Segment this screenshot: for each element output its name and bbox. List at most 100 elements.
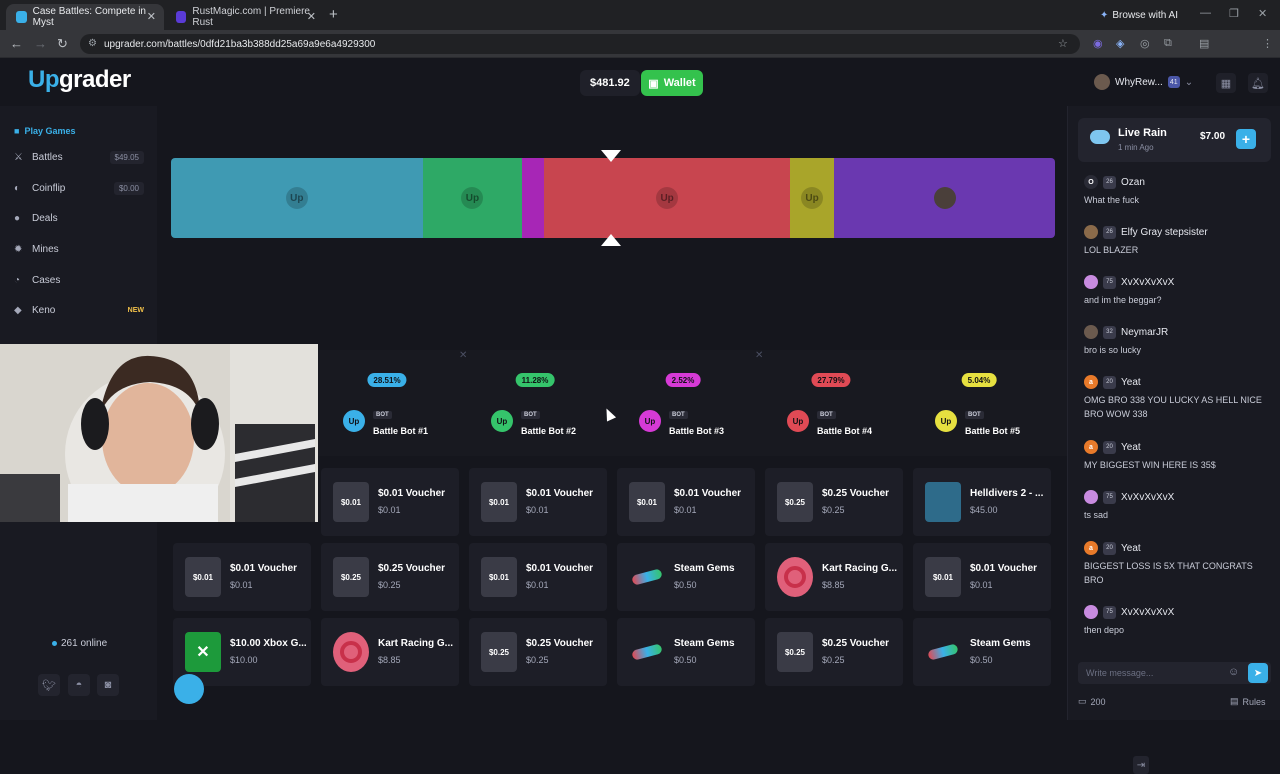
chat-user-avatar[interactable] <box>1084 490 1098 504</box>
sidebar-item-label: Coinflip <box>32 182 66 194</box>
extension-icon[interactable]: ◈ <box>1116 37 1124 50</box>
emoji-icon[interactable]: ☺ <box>1228 666 1239 678</box>
chat-message-input[interactable]: Write message... <box>1078 662 1271 684</box>
chat-user-avatar[interactable]: O <box>1084 175 1098 189</box>
chat-username[interactable]: XvXvXvXvX <box>1121 492 1174 503</box>
tab-title: Case Battles: Compete in Myst <box>32 6 146 28</box>
chat-username[interactable]: XvXvXvXvX <box>1121 607 1174 618</box>
battle-item-card[interactable]: Steam Gems $0.50 <box>617 618 755 686</box>
sidebar-item-battles[interactable]: ⚔ Battles $49.05 <box>14 147 144 167</box>
chevron-down-icon: ⌄ <box>1184 76 1194 88</box>
rustmagic-favicon-icon <box>176 11 187 23</box>
close-tab-icon[interactable]: ✕ <box>307 10 316 23</box>
instagram-icon[interactable]: ◙ <box>97 674 119 696</box>
sidebar-item-cases[interactable]: ◔ Cases <box>14 270 144 290</box>
swords-icon: ⚔ <box>14 151 23 163</box>
send-message-button[interactable]: ➤ <box>1248 663 1268 683</box>
battle-item-card[interactable]: Kart Racing G... $8.85 <box>321 618 459 686</box>
browser-menu-icon[interactable]: ⋮ <box>1262 37 1273 50</box>
maximize-icon[interactable]: ❐ <box>1229 7 1239 20</box>
battle-item-card[interactable]: $0.01 $0.01 Voucher $0.01 <box>321 468 459 536</box>
username: WhyRew... <box>1115 76 1163 88</box>
voucher-icon: $0.25 <box>481 632 517 672</box>
chat-user-avatar[interactable]: a <box>1084 440 1098 454</box>
chat-user-avatar[interactable] <box>1084 225 1098 239</box>
close-window-icon[interactable]: ✕ <box>1258 7 1267 20</box>
site-info-icon[interactable]: ⚙ <box>88 38 97 49</box>
forward-icon[interactable]: → <box>34 36 47 51</box>
url-field[interactable]: ⚙ upgrader.com/battles/0dfd21ba3b388dd25… <box>80 34 1080 54</box>
item-price: $0.50 <box>674 655 697 665</box>
sidebar-item-keno[interactable]: ◆ Keno NEW <box>14 300 144 320</box>
balance-display[interactable]: $481.92 <box>580 70 640 96</box>
battle-item-card[interactable]: $0.01 $0.01 Voucher $0.01 <box>469 468 607 536</box>
chat-user-avatar[interactable] <box>1084 275 1098 289</box>
support-chat-button[interactable] <box>174 674 204 704</box>
browser-tab[interactable]: RustMagic.com | Premiere Rust ✕ <box>166 4 324 30</box>
win-chance-badge: 28.51% <box>367 373 407 387</box>
extension-icon[interactable]: ◉ <box>1093 37 1103 50</box>
spinner-segment: Up <box>544 158 790 238</box>
back-icon[interactable]: ← <box>10 36 23 51</box>
browser-tab-active[interactable]: Case Battles: Compete in Myst ✕ <box>6 4 164 30</box>
chat-username[interactable]: Elfy Gray stepsister <box>1121 227 1208 238</box>
side-panel-icon[interactable]: ▤ <box>1199 37 1209 50</box>
chat-username[interactable]: Yeat <box>1121 543 1141 554</box>
bookmark-star-icon[interactable]: ☆ <box>1058 37 1068 50</box>
battle-item-card[interactable]: $0.01 $0.01 Voucher $0.01 <box>469 543 607 611</box>
sidebar-item-coinflip[interactable]: ◐ Coinflip $0.00 <box>14 178 144 198</box>
battle-item-card[interactable]: $0.25 $0.25 Voucher $0.25 <box>321 543 459 611</box>
rewards-icon[interactable]: ▦ <box>1216 73 1236 93</box>
chat-username[interactable]: Ozan <box>1121 177 1145 188</box>
chat-message-text: ts sad <box>1084 510 1109 520</box>
battle-item-card[interactable]: Helldivers 2 - ... $45.00 <box>913 468 1051 536</box>
bot-avatar-icon: Up <box>343 410 365 432</box>
online-count: 261 online <box>52 638 107 649</box>
battle-item-card[interactable]: $0.01 $0.01 Voucher $0.01 <box>617 468 755 536</box>
win-chance-badge: 5.04% <box>961 373 997 387</box>
battle-item-card[interactable]: $0.01 $0.01 Voucher $0.01 <box>173 543 311 611</box>
twitter-icon[interactable]: 🐦︎ <box>38 674 60 696</box>
battle-item-card[interactable]: $0.25 $0.25 Voucher $0.25 <box>469 618 607 686</box>
collapse-chat-icon[interactable]: ⇥ <box>1133 756 1149 774</box>
chat-message-header: 32 NeymarJR <box>1084 324 1274 340</box>
battle-item-card[interactable]: $0.01 $0.01 Voucher $0.01 <box>913 543 1051 611</box>
chat-user-avatar[interactable]: a <box>1084 375 1098 389</box>
player-name: Battle Bot #1 <box>373 426 429 436</box>
item-name: Steam Gems <box>674 638 735 649</box>
discord-icon[interactable]: ◓ <box>68 674 90 696</box>
sidebar-item-mines[interactable]: ✹ Mines <box>14 239 144 259</box>
browse-with-ai-button[interactable]: ✦ Browse with AI <box>1092 6 1186 24</box>
bot-badge: BOT <box>669 411 688 419</box>
chat-user-avatar[interactable] <box>1084 605 1098 619</box>
battle-item-card[interactable]: Steam Gems $0.50 <box>617 543 755 611</box>
chat-user-avatar[interactable] <box>1084 325 1098 339</box>
chat-user-level: 20 <box>1103 375 1116 389</box>
wallet-button[interactable]: ▣ Wallet <box>641 70 703 96</box>
battle-item-card[interactable]: Kart Racing G... $8.85 <box>765 543 903 611</box>
chat-username[interactable]: XvXvXvXvX <box>1121 277 1174 288</box>
minimize-icon[interactable]: — <box>1200 7 1211 19</box>
spinner-segment: Up <box>789 158 835 238</box>
rain-time: 1 min Ago <box>1118 143 1154 152</box>
battle-item-card[interactable]: $0.25 $0.25 Voucher $0.25 <box>765 618 903 686</box>
chat-rules-link[interactable]: ▤ Rules <box>1230 696 1266 707</box>
extension-icon[interactable]: ◎ <box>1140 37 1150 50</box>
sidebar-item-deals[interactable]: ● Deals <box>14 208 144 228</box>
reload-icon[interactable]: ↻ <box>57 36 68 52</box>
site-header: Upgrader $481.92 ▣ Wallet WhyRew... 41 ⌄… <box>0 58 1280 106</box>
close-tab-icon[interactable]: ✕ <box>147 10 156 23</box>
chat-username[interactable]: Yeat <box>1121 442 1141 453</box>
chat-username[interactable]: Yeat <box>1121 377 1141 388</box>
chat-username[interactable]: NeymarJR <box>1121 327 1168 338</box>
upgrader-logo[interactable]: Upgrader <box>28 66 131 94</box>
extensions-puzzle-icon[interactable]: ⧉ <box>1164 37 1172 50</box>
new-tab-icon[interactable]: + <box>329 6 338 23</box>
voucher-icon: $0.01 <box>185 557 221 597</box>
battle-item-card[interactable]: $0.25 $0.25 Voucher $0.25 <box>765 468 903 536</box>
battle-item-card[interactable]: Steam Gems $0.50 <box>913 618 1051 686</box>
user-menu[interactable]: WhyRew... 41 ⌄ <box>1094 74 1193 90</box>
add-to-rain-button[interactable]: + <box>1236 129 1256 149</box>
chat-user-avatar[interactable]: a <box>1084 541 1098 555</box>
notifications-bell-icon[interactable]: 🔔︎ <box>1248 73 1268 93</box>
